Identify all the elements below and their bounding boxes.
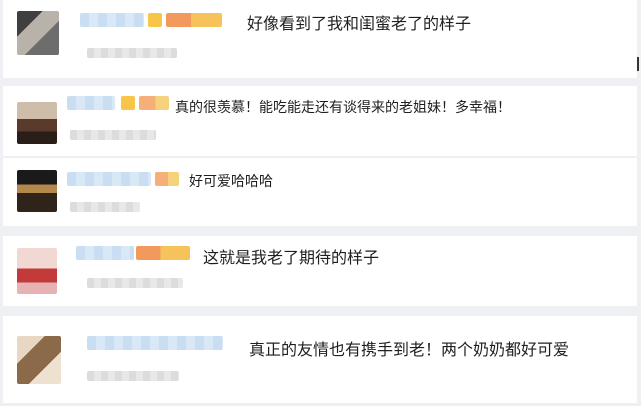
comment-text: 好可爱哈哈哈 — [189, 174, 273, 190]
level-badge — [136, 246, 190, 260]
comment-card: 真正的友情也有携手到老！两个奶奶都好可爱 — [3, 316, 637, 403]
avatar[interactable] — [17, 336, 61, 384]
username[interactable] — [76, 246, 134, 260]
username[interactable] — [80, 13, 144, 27]
comment-text: 真的很羡慕！能吃能走还有谈得来的老姐妹！多幸福！ — [175, 100, 511, 116]
comment-card: 真的很羡慕！能吃能走还有谈得来的老姐妹！多幸福！ — [3, 86, 637, 156]
avatar[interactable] — [17, 102, 57, 144]
comment-text: 真正的友情也有携手到老！两个奶奶都好可爱 — [249, 340, 570, 359]
username[interactable] — [67, 96, 115, 110]
level-badge — [166, 13, 222, 27]
avatar[interactable] — [17, 11, 59, 55]
comment-card: 好可爱哈哈哈 — [3, 158, 637, 226]
avatar[interactable] — [17, 248, 57, 294]
vip-badge — [148, 13, 162, 27]
comment-text: 好像看到了我和闺蜜老了的样子 — [247, 14, 472, 33]
comment-feed: 好像看到了我和闺蜜老了的样子 真的很羡慕！能吃能走还有谈得来的老姐妹！多幸福！ … — [0, 0, 641, 406]
comment-card: 好像看到了我和闺蜜老了的样子 — [3, 0, 637, 78]
avatar[interactable] — [17, 170, 57, 212]
comment-meta — [87, 371, 179, 381]
username[interactable] — [67, 172, 151, 186]
level-badge — [139, 96, 169, 110]
comment-card: 这就是我老了期待的样子 — [3, 236, 637, 306]
username[interactable] — [87, 336, 223, 350]
comment-meta — [70, 130, 156, 140]
level-badge — [155, 172, 179, 186]
comment-meta — [87, 278, 183, 288]
comment-text: 这就是我老了期待的样子 — [203, 248, 380, 267]
vip-badge — [121, 96, 135, 110]
comment-meta — [70, 202, 140, 212]
comment-meta — [87, 48, 177, 58]
scroll-edge-mark — [637, 57, 639, 71]
